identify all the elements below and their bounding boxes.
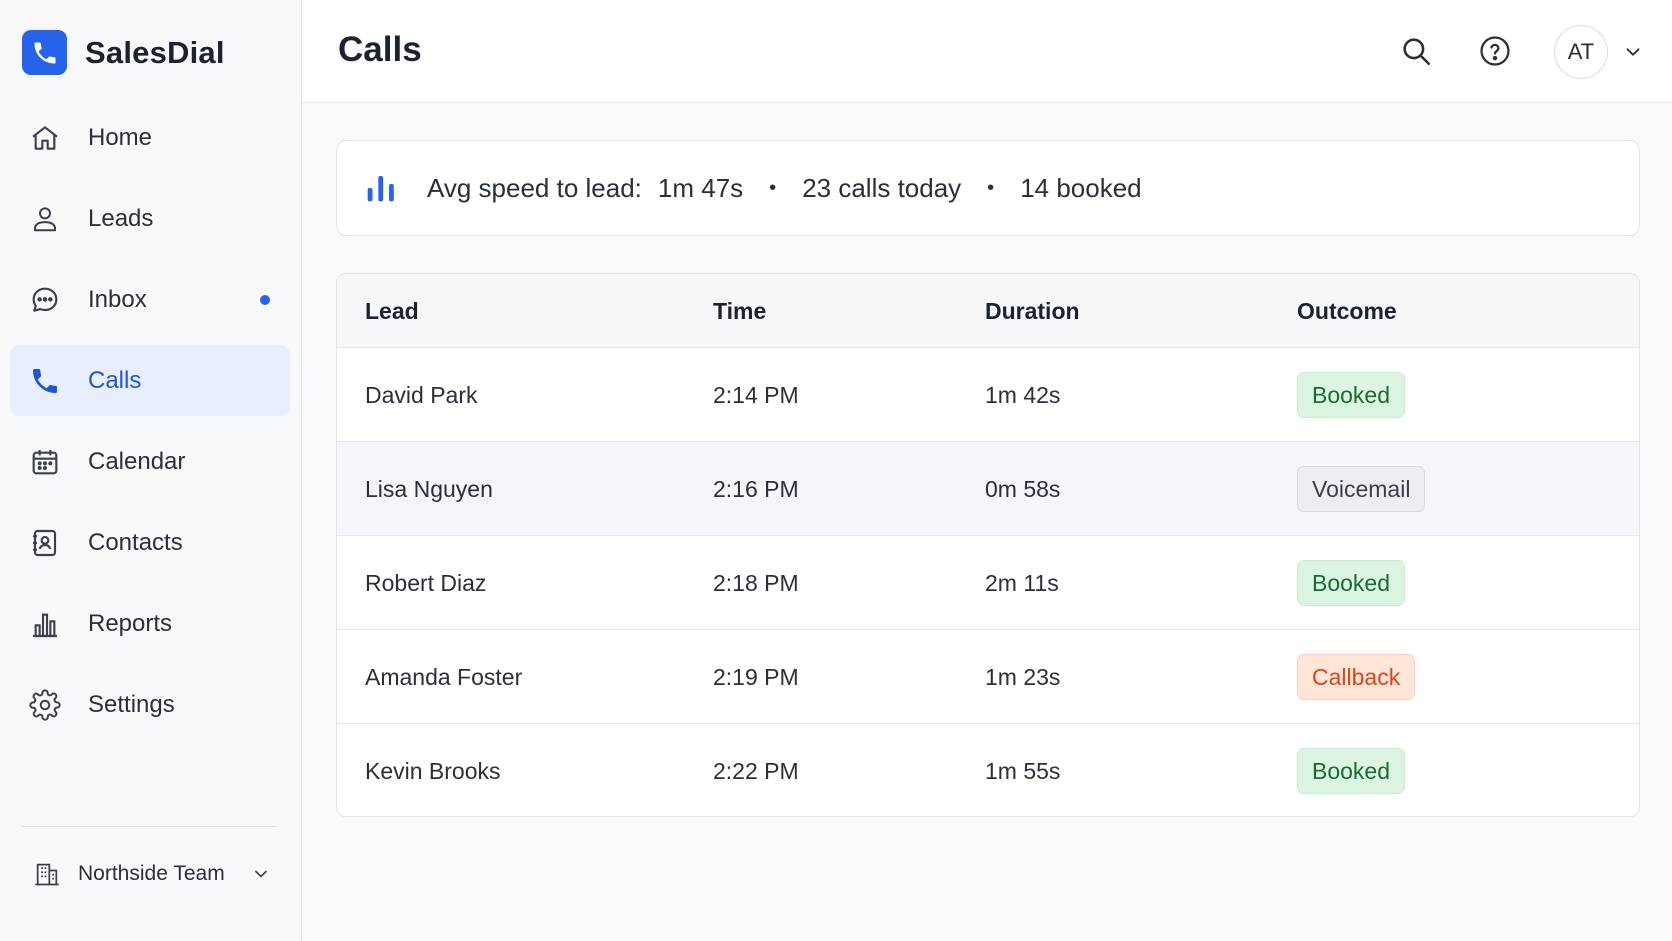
calls-today: 23 calls today bbox=[802, 172, 962, 203]
speed-to-lead-label: Avg speed to lead: bbox=[427, 172, 642, 203]
call-time: 2:18 PM bbox=[713, 570, 799, 596]
sidebar-item-label: Contacts bbox=[88, 528, 183, 556]
bar-chart-icon bbox=[28, 607, 62, 641]
search-icon[interactable] bbox=[1398, 33, 1434, 69]
call-time: 2:16 PM bbox=[713, 476, 799, 502]
phone-icon bbox=[28, 364, 62, 398]
sidebar-item-label: Settings bbox=[88, 690, 175, 718]
sidebar-item-label: Inbox bbox=[88, 285, 147, 313]
sidebar-item-contacts[interactable]: Contacts bbox=[10, 507, 290, 578]
call-duration: 1m 42s bbox=[985, 382, 1061, 408]
sidebar: SalesDial Home Leads Inbox Calls Calenda… bbox=[0, 0, 302, 941]
chat-icon bbox=[28, 283, 62, 317]
phone-logo-icon bbox=[22, 30, 67, 75]
call-duration: 1m 55s bbox=[985, 758, 1061, 784]
column-header-lead[interactable]: Lead bbox=[365, 274, 419, 348]
stats-separator: • bbox=[987, 176, 995, 199]
calls-table: Lead Time Duration Outcome David Park 2:… bbox=[336, 273, 1640, 817]
page-title: Calls bbox=[338, 30, 422, 69]
bar-chart-icon bbox=[365, 172, 397, 204]
home-icon bbox=[28, 121, 62, 155]
table-row[interactable]: David Park 2:14 PM 1m 42s Booked bbox=[337, 348, 1639, 442]
table-row[interactable]: Kevin Brooks 2:22 PM 1m 55s Booked bbox=[337, 724, 1639, 816]
outcome-badge: Booked bbox=[1297, 560, 1406, 606]
team-switcher[interactable]: Northside Team bbox=[32, 852, 277, 896]
chevron-down-icon[interactable] bbox=[1622, 41, 1644, 63]
app-name: SalesDial bbox=[85, 34, 225, 70]
team-name: Northside Team bbox=[78, 862, 225, 885]
brand[interactable]: SalesDial bbox=[22, 30, 225, 75]
booked-count: 14 booked bbox=[1020, 172, 1142, 203]
top-header: Calls AT bbox=[302, 0, 1672, 103]
unread-dot bbox=[260, 294, 270, 305]
lead-name: Kevin Brooks bbox=[365, 758, 501, 784]
gear-icon bbox=[28, 688, 62, 722]
stats-text: Avg speed to lead: 1m 47s • 23 calls tod… bbox=[427, 173, 1142, 204]
calendar-icon bbox=[28, 445, 62, 479]
call-time: 2:22 PM bbox=[713, 758, 799, 784]
avatar[interactable]: AT bbox=[1554, 25, 1608, 79]
contact-book-icon bbox=[28, 526, 62, 560]
sidebar-item-home[interactable]: Home bbox=[10, 102, 290, 173]
sidebar-item-label: Calendar bbox=[88, 447, 186, 475]
sidebar-item-calendar[interactable]: Calendar bbox=[10, 426, 290, 497]
stats-summary: Avg speed to lead: 1m 47s • 23 calls tod… bbox=[336, 140, 1640, 236]
sidebar-item-calls[interactable]: Calls bbox=[10, 345, 290, 416]
sidebar-item-settings[interactable]: Settings bbox=[10, 669, 290, 740]
table-row[interactable]: Amanda Foster 2:19 PM 1m 23s Callback bbox=[337, 630, 1639, 724]
outcome-badge: Callback bbox=[1297, 654, 1416, 700]
stats-separator: • bbox=[769, 176, 777, 199]
column-header-time[interactable]: Time bbox=[713, 274, 766, 348]
user-icon bbox=[28, 202, 62, 236]
call-duration: 0m 58s bbox=[985, 476, 1061, 502]
table-row[interactable]: Lisa Nguyen 2:16 PM 0m 58s Voicemail bbox=[337, 442, 1639, 536]
column-header-duration[interactable]: Duration bbox=[985, 274, 1080, 348]
outcome-badge: Booked bbox=[1297, 748, 1406, 794]
sidebar-item-label: Reports bbox=[88, 609, 173, 637]
outcome-badge: Voicemail bbox=[1297, 466, 1426, 512]
building-icon bbox=[32, 858, 62, 890]
call-time: 2:14 PM bbox=[713, 382, 799, 408]
speed-to-lead-value: 1m 47s bbox=[657, 172, 744, 203]
lead-name: Lisa Nguyen bbox=[365, 476, 493, 502]
sidebar-item-inbox[interactable]: Inbox bbox=[10, 264, 290, 335]
lead-name: David Park bbox=[365, 382, 478, 408]
call-time: 2:19 PM bbox=[713, 664, 799, 690]
lead-name: Amanda Foster bbox=[365, 664, 523, 690]
sidebar-item-leads[interactable]: Leads bbox=[10, 183, 290, 254]
sidebar-item-label: Home bbox=[88, 123, 153, 151]
column-header-outcome[interactable]: Outcome bbox=[1297, 274, 1397, 348]
table-row[interactable]: Robert Diaz 2:18 PM 2m 11s Booked bbox=[337, 536, 1639, 630]
sidebar-divider bbox=[22, 826, 277, 827]
chevron-down-icon bbox=[251, 864, 271, 884]
sidebar-nav: Home Leads Inbox Calls Calendar Contacts… bbox=[10, 102, 290, 750]
sidebar-item-reports[interactable]: Reports bbox=[10, 588, 290, 659]
sidebar-item-label: Calls bbox=[88, 366, 142, 394]
lead-name: Robert Diaz bbox=[365, 570, 487, 596]
call-duration: 1m 23s bbox=[985, 664, 1061, 690]
avatar-initials: AT bbox=[1567, 39, 1595, 64]
call-duration: 2m 11s bbox=[985, 570, 1059, 596]
outcome-badge: Booked bbox=[1297, 372, 1406, 418]
table-header: Lead Time Duration Outcome bbox=[337, 274, 1639, 348]
sidebar-item-label: Leads bbox=[88, 204, 154, 232]
help-icon[interactable] bbox=[1477, 33, 1513, 69]
